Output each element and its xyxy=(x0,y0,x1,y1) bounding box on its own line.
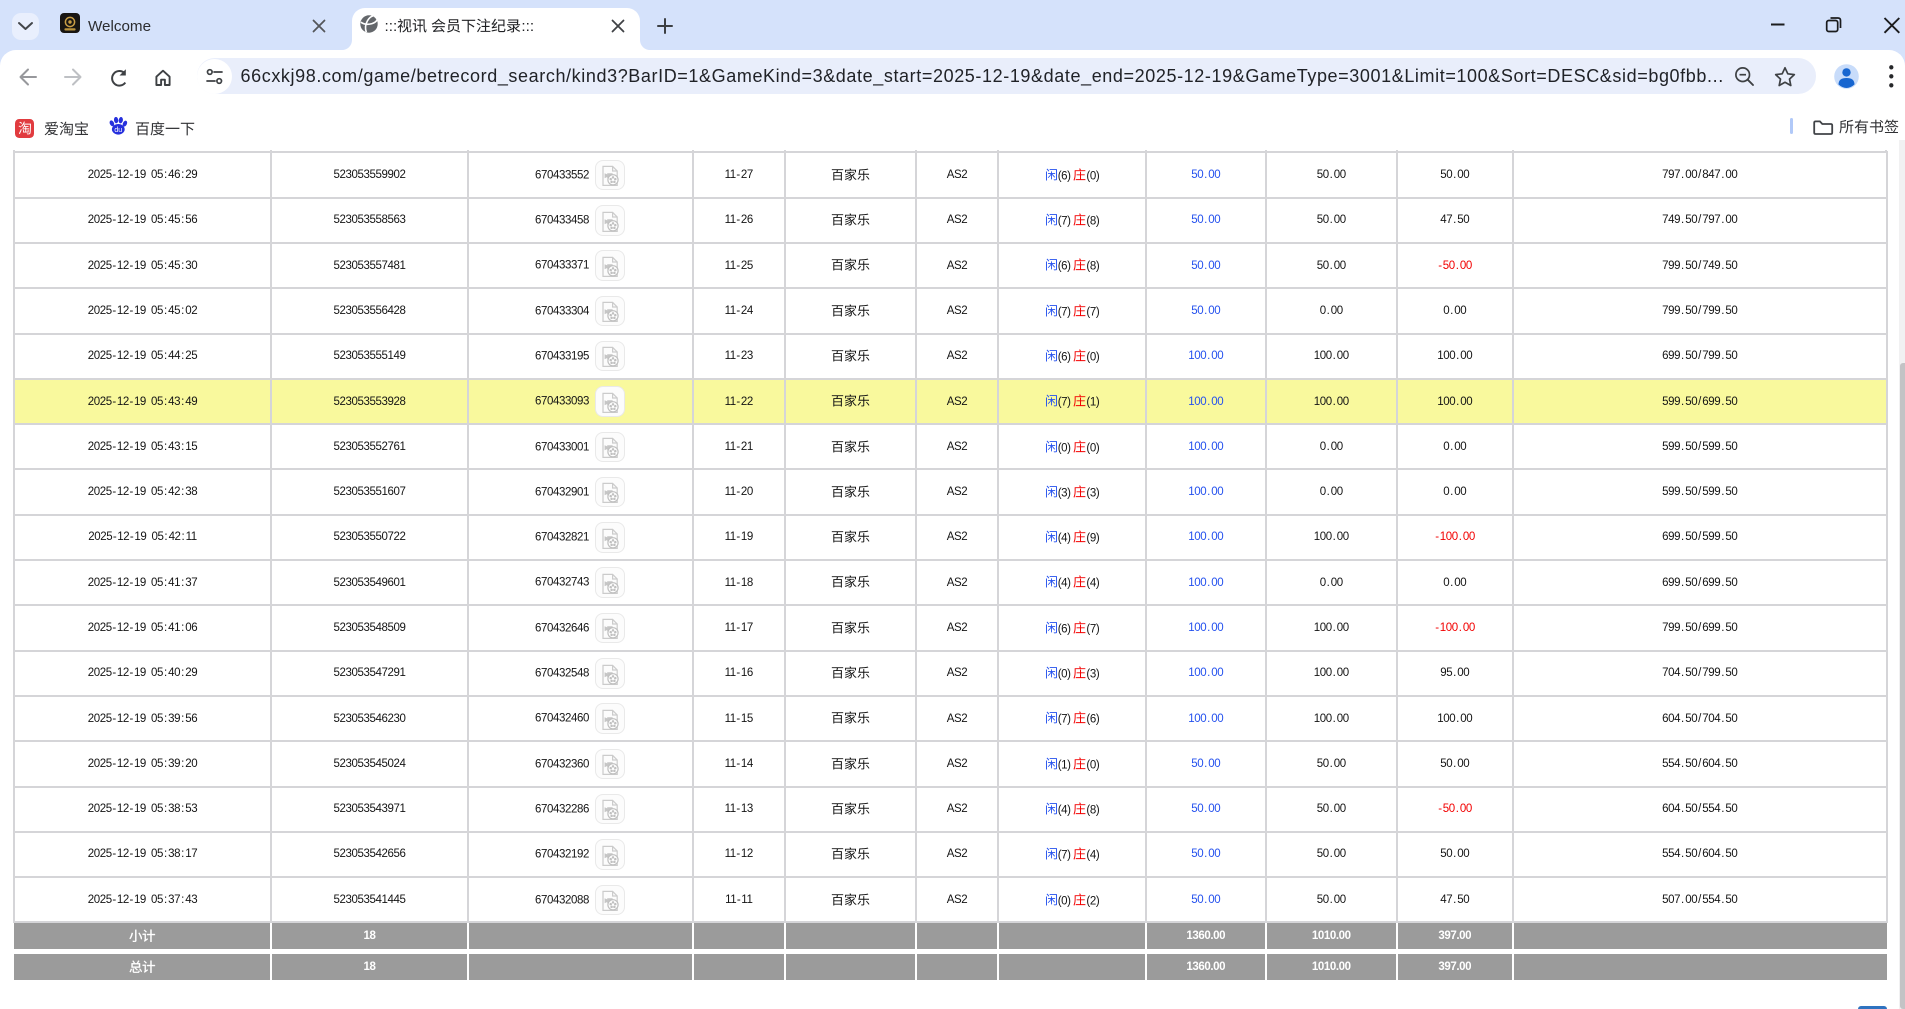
svg-text:du: du xyxy=(114,127,122,134)
